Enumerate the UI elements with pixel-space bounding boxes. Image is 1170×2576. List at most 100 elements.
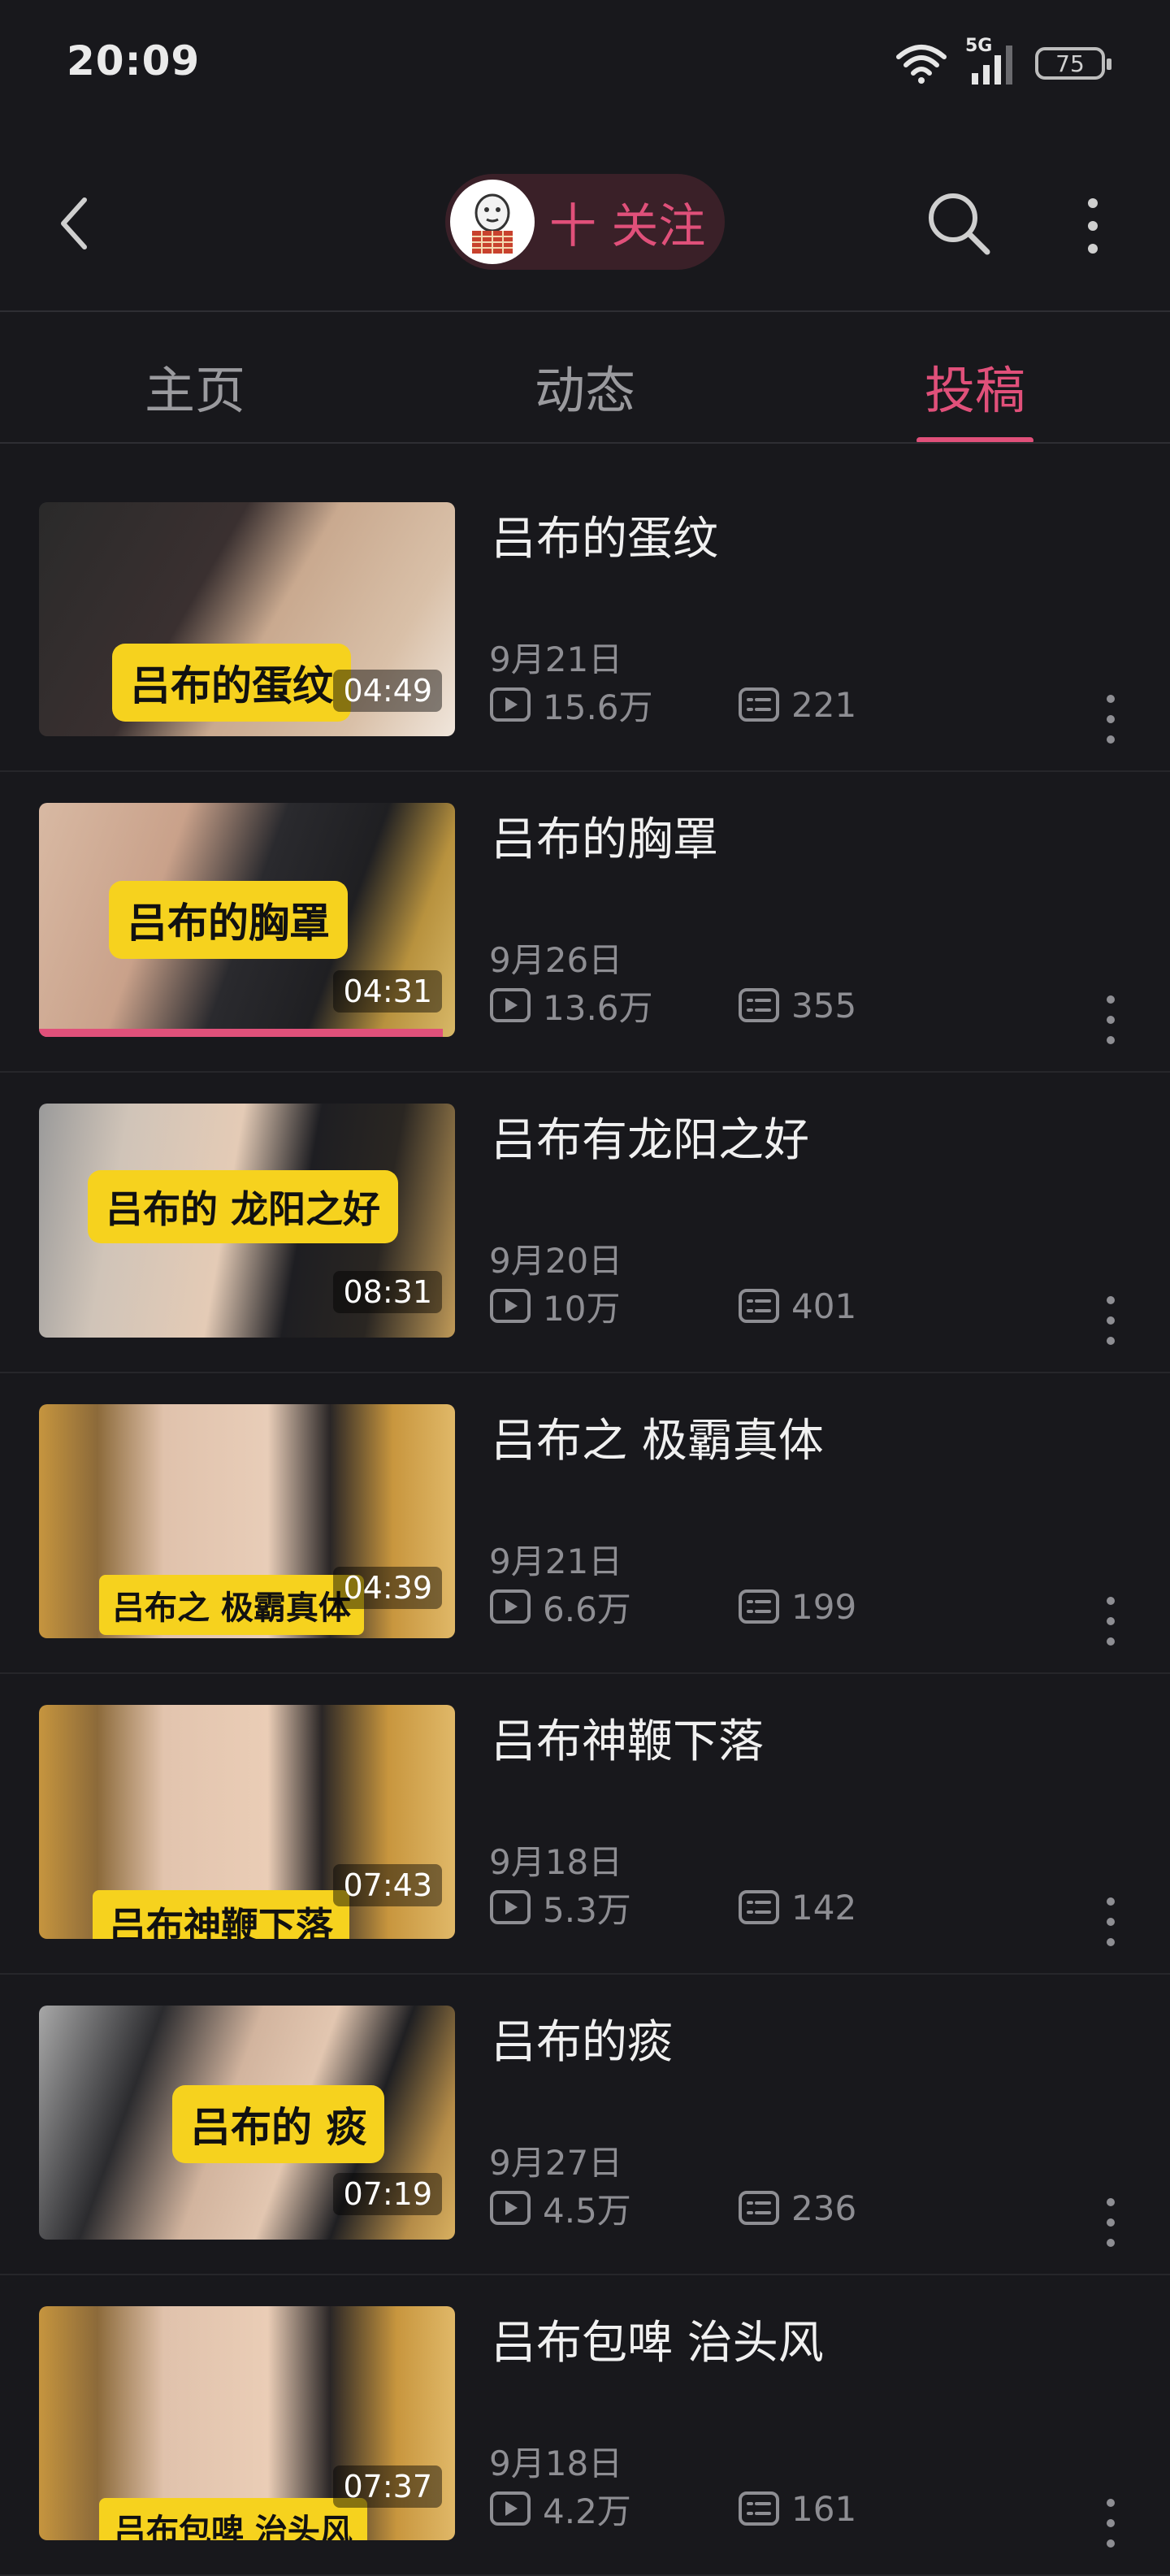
play-count-icon — [490, 1589, 531, 1624]
video-date: 9月26日 — [489, 940, 623, 980]
avatar[interactable] — [450, 180, 535, 264]
comment-count: 355 — [791, 985, 857, 1026]
play-count: 4.2万 — [543, 2491, 631, 2531]
comment-count: 236 — [791, 2188, 857, 2228]
status-time: 20:09 — [67, 37, 201, 85]
tabs-divider — [0, 442, 1170, 444]
comment-count: 221 — [791, 684, 857, 725]
thumbnail-caption: 吕布的 痰 — [172, 2085, 385, 2163]
battery-icon: 75 — [1035, 47, 1112, 80]
video-thumbnail[interactable]: 吕布的胸罩 04:31 — [39, 803, 455, 1037]
battery-level: 75 — [1055, 50, 1085, 77]
video-title[interactable]: 吕布神鞭下落 — [491, 1705, 764, 1771]
video-title[interactable]: 吕布的胸罩 — [491, 803, 718, 869]
avatar-meme-icon — [472, 193, 513, 254]
comment-count-icon — [739, 687, 779, 722]
profile-tabs: 主页 动态 投稿 — [0, 317, 1170, 444]
video-list-item[interactable]: 吕布之 极霸真体 04:39 吕布之 极霸真体 9月21日 6.6万 199 — [0, 1373, 1170, 1674]
thumbnail-caption: 吕布的蛋纹 — [112, 644, 351, 722]
video-duration: 07:43 — [333, 1864, 442, 1906]
video-duration: 07:37 — [333, 2465, 442, 2508]
video-duration: 08:31 — [333, 1271, 442, 1313]
video-title[interactable]: 吕布的痰 — [491, 2006, 673, 2071]
video-list-item[interactable]: 吕布包啤 治头风 07:37 吕布包啤 治头风 9月18日 4.2万 161 — [0, 2275, 1170, 2576]
video-list-item[interactable]: 吕布的胸罩 04:31 吕布的胸罩 9月26日 13.6万 355 — [0, 772, 1170, 1073]
status-icons: 5G 75 — [895, 36, 1112, 88]
follow-button[interactable]: 十 关注 — [445, 174, 725, 270]
tab-home[interactable]: 主页 — [73, 349, 317, 423]
item-more-icon[interactable] — [1101, 1893, 1120, 1950]
video-stats: 6.6万 199 — [489, 1586, 857, 1629]
video-title[interactable]: 吕布有龙阳之好 — [491, 1104, 809, 1169]
video-thumbnail[interactable]: 吕布的 痰 07:19 — [39, 2006, 455, 2240]
comment-count-icon — [739, 1589, 779, 1624]
video-title[interactable]: 吕布之 极霸真体 — [491, 1404, 824, 1470]
item-more-icon[interactable] — [1101, 1292, 1120, 1349]
video-thumbnail[interactable]: 吕布的 龙阳之好 08:31 — [39, 1104, 455, 1338]
item-more-icon[interactable] — [1101, 991, 1120, 1048]
back-arrow-icon[interactable] — [47, 187, 104, 260]
video-stats: 4.2万 161 — [489, 2488, 857, 2531]
thumbnail-caption: 吕布神鞭下落 — [93, 1890, 349, 1939]
comment-count-icon — [739, 1289, 779, 1323]
comment-count-icon — [739, 988, 779, 1022]
video-duration: 04:49 — [333, 670, 442, 712]
video-date: 9月27日 — [489, 2143, 623, 2183]
video-title[interactable]: 吕布包啤 治头风 — [491, 2306, 824, 2372]
video-duration: 04:39 — [333, 1567, 442, 1609]
video-thumbnail[interactable]: 吕布神鞭下落 07:43 — [39, 1705, 455, 1939]
item-more-icon[interactable] — [1101, 2495, 1120, 2552]
play-count-icon — [490, 988, 531, 1022]
play-count: 10万 — [543, 1288, 621, 1329]
header-divider — [0, 310, 1170, 312]
video-list-item[interactable]: 吕布的 龙阳之好 08:31 吕布有龙阳之好 9月20日 10万 401 — [0, 1073, 1170, 1373]
play-count: 6.6万 — [543, 1589, 631, 1629]
play-count: 5.3万 — [543, 1889, 631, 1930]
video-date: 9月21日 — [489, 640, 623, 679]
play-count-icon — [490, 687, 531, 722]
video-date: 9月21日 — [489, 1542, 623, 1581]
more-options-icon[interactable] — [1081, 193, 1105, 258]
tab-dynamics[interactable]: 动态 — [463, 349, 707, 423]
video-list: 吕布的蛋纹 04:49 吕布的蛋纹 9月21日 15.6万 221 吕布的胸罩 … — [0, 471, 1170, 2576]
search-icon[interactable] — [922, 187, 995, 260]
status-bar: 20:09 5G 75 — [0, 0, 1170, 130]
video-list-item[interactable]: 吕布的 痰 07:19 吕布的痰 9月27日 4.5万 236 — [0, 1975, 1170, 2275]
video-stats: 15.6万 221 — [489, 684, 857, 727]
comment-count: 401 — [791, 1286, 857, 1326]
comment-count: 142 — [791, 1887, 857, 1928]
video-duration: 04:31 — [333, 970, 442, 1013]
wifi-icon — [896, 45, 947, 84]
play-count: 15.6万 — [543, 687, 653, 727]
tab-posts[interactable]: 投稿 — [853, 349, 1097, 423]
item-more-icon[interactable] — [1101, 1593, 1120, 1650]
video-title[interactable]: 吕布的蛋纹 — [491, 502, 718, 568]
video-thumbnail[interactable]: 吕布的蛋纹 04:49 — [39, 502, 455, 736]
play-count-icon — [490, 1289, 531, 1323]
watch-progress-bar — [39, 1029, 443, 1037]
thumbnail-caption: 吕布包啤 治头风 — [99, 2498, 367, 2540]
play-count: 4.5万 — [543, 2190, 631, 2231]
video-thumbnail[interactable]: 吕布包啤 治头风 07:37 — [39, 2306, 455, 2540]
item-more-icon[interactable] — [1101, 2194, 1120, 2251]
video-date: 9月20日 — [489, 1241, 623, 1281]
video-stats: 10万 401 — [489, 1286, 857, 1329]
video-thumbnail[interactable]: 吕布之 极霸真体 04:39 — [39, 1404, 455, 1638]
thumbnail-caption: 吕布的胸罩 — [109, 881, 348, 959]
thumbnail-caption: 吕布的 龙阳之好 — [88, 1170, 399, 1243]
video-stats: 4.5万 236 — [489, 2188, 857, 2231]
video-list-item[interactable]: 吕布神鞭下落 07:43 吕布神鞭下落 9月18日 5.3万 142 — [0, 1674, 1170, 1975]
comment-count-icon — [739, 1890, 779, 1924]
play-count-icon — [490, 1890, 531, 1924]
comment-count: 199 — [791, 1586, 857, 1627]
thumbnail-caption: 吕布之 极霸真体 — [99, 1575, 364, 1635]
video-stats: 13.6万 355 — [489, 985, 857, 1028]
video-date: 9月18日 — [489, 2444, 623, 2483]
comment-count-icon — [739, 2191, 779, 2225]
video-list-item[interactable]: 吕布的蛋纹 04:49 吕布的蛋纹 9月21日 15.6万 221 — [0, 471, 1170, 772]
video-duration: 07:19 — [333, 2173, 442, 2215]
follow-label: 十 关注 — [549, 198, 706, 254]
comment-count: 161 — [791, 2488, 857, 2529]
item-more-icon[interactable] — [1101, 691, 1120, 748]
video-date: 9月18日 — [489, 1842, 623, 1882]
